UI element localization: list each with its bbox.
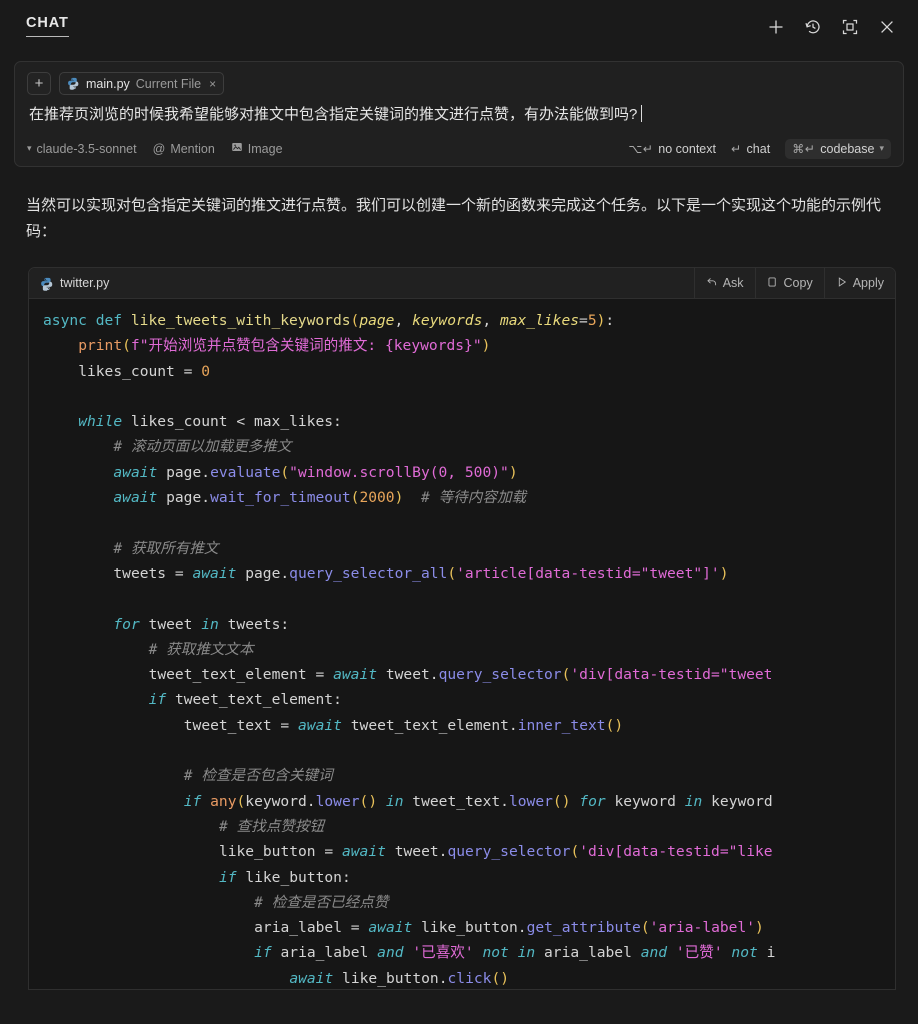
context-chips-row: + main.py Current File × bbox=[27, 72, 891, 95]
codebase-shortcut: ⌘↵ bbox=[792, 141, 816, 156]
copy-label: Copy bbox=[783, 276, 813, 290]
codebase-button[interactable]: ⌘↵ codebase ▾ bbox=[785, 138, 891, 159]
page-title: CHAT bbox=[26, 16, 69, 37]
copy-icon bbox=[767, 276, 779, 291]
no-context-button[interactable]: ⌥↵ no context bbox=[628, 142, 716, 156]
ask-label: Ask bbox=[722, 276, 744, 290]
context-chip-subtitle: Current File bbox=[135, 76, 202, 91]
text-cursor bbox=[641, 105, 643, 122]
chevron-down-icon: ▾ bbox=[27, 143, 32, 153]
code-content: async def like_tweets_with_keywords(page… bbox=[43, 312, 776, 987]
python-icon bbox=[67, 77, 80, 90]
input-toolbar-right: ⌥↵ no context ↵ chat ⌘↵ codebase ▾ bbox=[628, 138, 891, 159]
chat-header: CHAT bbox=[0, 0, 918, 53]
header-actions bbox=[765, 16, 898, 38]
input-toolbar: ▾ claude-3.5-sonnet @ Mention Image ⌥↵ n… bbox=[27, 138, 891, 166]
assistant-message: 当然可以实现对包含指定关键词的推文进行点赞。我们可以创建一个新的函数来完成这个任… bbox=[26, 196, 882, 240]
chat-input-card: + main.py Current File × 在推荐页浏览的时候我希望能够对… bbox=[14, 61, 904, 167]
chevron-down-icon[interactable]: ▾ bbox=[879, 143, 884, 154]
context-chip-close-icon[interactable]: × bbox=[209, 77, 216, 91]
codebase-label: codebase bbox=[820, 141, 875, 156]
reply-arrow-icon bbox=[706, 276, 718, 291]
code-block-header: twitter.py Ask Copy Apply bbox=[29, 268, 895, 299]
image-icon bbox=[231, 141, 243, 156]
code-block-body[interactable]: async def like_tweets_with_keywords(page… bbox=[29, 299, 895, 989]
code-block-filename: twitter.py bbox=[60, 276, 110, 290]
context-chip-filename: main.py bbox=[86, 76, 130, 91]
image-button[interactable]: Image bbox=[231, 141, 283, 156]
history-icon[interactable] bbox=[802, 16, 824, 38]
code-block: twitter.py Ask Copy Apply async def like… bbox=[28, 267, 896, 990]
model-selector[interactable]: ▾ claude-3.5-sonnet bbox=[27, 142, 137, 156]
chat-label: chat bbox=[746, 141, 771, 156]
chat-shortcut: ↵ bbox=[730, 141, 742, 156]
play-icon bbox=[836, 276, 848, 291]
mention-button[interactable]: @ Mention bbox=[153, 142, 215, 156]
python-icon bbox=[40, 277, 53, 291]
chat-submit-button[interactable]: ↵ chat bbox=[731, 142, 770, 156]
model-selector-label: claude-3.5-sonnet bbox=[36, 141, 137, 156]
close-icon[interactable] bbox=[876, 16, 898, 38]
input-toolbar-left: ▾ claude-3.5-sonnet @ Mention Image bbox=[27, 141, 283, 156]
add-context-button[interactable]: + bbox=[27, 72, 51, 95]
no-context-shortcut: ⌥↵ bbox=[628, 141, 654, 156]
prompt-text-value: 在推荐页浏览的时候我希望能够对推文中包含指定关键词的推文进行点赞，有办法能做到吗… bbox=[29, 106, 638, 123]
maximize-icon[interactable] bbox=[839, 16, 861, 38]
no-context-label: no context bbox=[658, 141, 716, 156]
code-block-actions: Ask Copy Apply bbox=[693, 268, 895, 298]
copy-button[interactable]: Copy bbox=[754, 268, 824, 298]
at-icon: @ bbox=[152, 141, 166, 156]
new-chat-icon[interactable] bbox=[765, 16, 787, 38]
code-block-file: twitter.py bbox=[40, 276, 110, 291]
context-chip-main-py[interactable]: main.py Current File × bbox=[59, 72, 225, 95]
apply-button[interactable]: Apply bbox=[823, 268, 895, 298]
image-label: Image bbox=[247, 141, 283, 156]
prompt-input[interactable]: 在推荐页浏览的时候我希望能够对推文中包含指定关键词的推文进行点赞，有办法能做到吗… bbox=[27, 103, 891, 129]
mention-label: Mention bbox=[170, 141, 215, 156]
ask-button[interactable]: Ask bbox=[693, 268, 755, 298]
apply-label: Apply bbox=[852, 276, 884, 290]
